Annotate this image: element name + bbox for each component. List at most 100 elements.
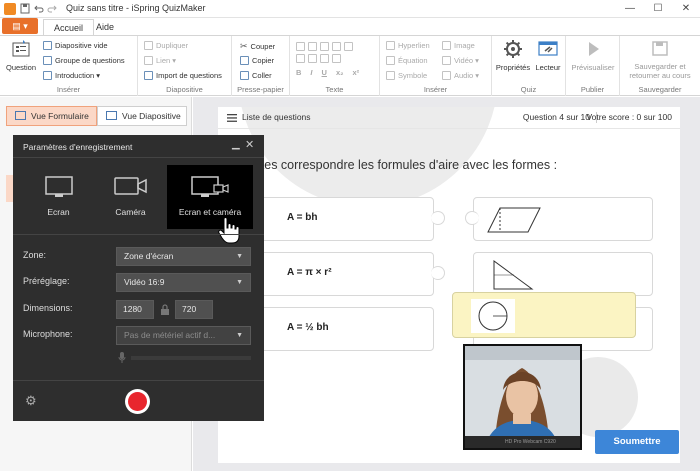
question-label: Question xyxy=(5,63,37,72)
audio-button[interactable]: Audio ▾ xyxy=(442,71,479,80)
height-input[interactable]: 720 xyxy=(175,300,213,319)
list-icon[interactable] xyxy=(227,114,237,122)
formula-piece[interactable]: A = bh xyxy=(258,197,434,241)
save-icon[interactable] xyxy=(20,3,30,14)
record-button[interactable] xyxy=(125,389,150,414)
play-icon xyxy=(589,42,599,56)
video-button[interactable]: Vidéo ▾ xyxy=(442,56,479,65)
preset-select[interactable]: Vidéo 16:9 ▼ xyxy=(116,273,251,292)
align-left-icon[interactable] xyxy=(296,54,305,63)
copy-button[interactable]: Copier xyxy=(240,56,274,65)
slide-view-label: Vue Diapositive xyxy=(122,111,181,121)
main-area: Liste de questions Question 4 sur 10 Vot… xyxy=(193,97,700,471)
save-return-icon xyxy=(652,41,668,56)
indent-icon[interactable] xyxy=(332,42,341,51)
puzzle-tab xyxy=(431,211,445,225)
redo-icon[interactable] xyxy=(47,3,57,14)
underline-button[interactable]: U xyxy=(322,68,327,77)
question-text: ites correspondre les formules d'aire av… xyxy=(258,158,558,172)
zone-label: Zone: xyxy=(23,250,47,260)
hyperlink-label: Hyperlien xyxy=(398,41,430,50)
duplicate-label: Dupliquer xyxy=(156,41,189,50)
triangle-shape xyxy=(493,260,534,290)
question-icon xyxy=(12,40,30,57)
ribbon-group-publier: Prévisualiser Publier xyxy=(566,36,620,96)
hyperlink-button[interactable]: Hyperlien xyxy=(386,41,430,50)
dragged-shape-piece[interactable] xyxy=(452,292,636,338)
bullets-icon[interactable] xyxy=(296,42,305,51)
numbering-icon[interactable] xyxy=(308,42,317,51)
bold-button[interactable]: B xyxy=(296,68,301,77)
shape-piece[interactable] xyxy=(473,252,653,296)
close-button[interactable]: ✕ xyxy=(672,0,700,18)
subscript-button[interactable]: x₂ xyxy=(336,68,344,77)
dimensions-label: Dimensions: xyxy=(23,303,73,313)
outdent-icon[interactable] xyxy=(320,42,329,51)
link-button[interactable]: Lien ▾ xyxy=(144,56,176,65)
zone-select[interactable]: Zone d'écran ▼ xyxy=(116,247,251,266)
group-label-inserer: Insérer xyxy=(56,85,81,94)
formula-piece[interactable]: A = π × r² xyxy=(258,252,434,296)
question-button[interactable]: Question xyxy=(4,36,38,72)
formula-text: A = bh xyxy=(287,212,318,223)
properties-label: Propriétés xyxy=(495,63,531,72)
webcam-preview[interactable]: HD Pro Webcam C920 xyxy=(463,344,582,450)
player-label: Lecteur xyxy=(535,63,561,72)
lock-icon[interactable] xyxy=(160,304,170,315)
maximize-button[interactable]: ☐ xyxy=(644,0,672,18)
player-button[interactable]: Lecteur xyxy=(532,36,564,72)
align-right-icon[interactable] xyxy=(320,54,329,63)
player-icon xyxy=(538,41,558,56)
question-counter: Question 4 sur 10 xyxy=(522,112,590,122)
undo-icon[interactable] xyxy=(34,3,44,14)
gear-icon[interactable]: ⚙ xyxy=(25,394,39,408)
introduction-button[interactable]: Introduction ▾ xyxy=(43,71,100,80)
video-label: Vidéo ▾ xyxy=(454,56,479,65)
mode-screen-button[interactable]: Ecran xyxy=(26,165,91,229)
slide-view-icon xyxy=(106,111,117,120)
symbol-button[interactable]: Symbole xyxy=(386,71,427,80)
import-questions-button[interactable]: Import de questions xyxy=(144,71,222,80)
spacing-icon[interactable] xyxy=(344,42,353,51)
blank-slide-button[interactable]: Diapositive vide xyxy=(43,41,108,50)
symbol-icon xyxy=(386,71,395,80)
file-menu-button[interactable]: ▤ ▾ xyxy=(2,18,38,34)
align-center-icon[interactable] xyxy=(308,54,317,63)
ribbon-group-texte: B I U x₂ x² Texte xyxy=(290,36,380,96)
image-button[interactable]: Image xyxy=(442,41,475,50)
submit-button[interactable]: Soumettre xyxy=(595,430,679,454)
microphone-select[interactable]: Pas de métériel actif d... ▼ xyxy=(116,326,251,345)
audio-level-meter xyxy=(131,356,251,360)
duplicate-button[interactable]: Dupliquer xyxy=(144,41,188,50)
question-group-button[interactable]: Groupe de questions xyxy=(43,56,125,65)
paste-button[interactable]: Coller xyxy=(240,71,272,80)
ribbon-tabs: ▤ ▾ Accueil Aide xyxy=(0,18,700,36)
superscript-button[interactable]: x² xyxy=(352,68,359,77)
preset-select-value: Vidéo 16:9 xyxy=(124,277,165,287)
slide-view-button[interactable]: Vue Diapositive xyxy=(97,106,187,126)
window-title: Quiz sans titre - iSpring QuizMaker xyxy=(66,3,206,13)
question-list-link[interactable]: Liste de questions xyxy=(242,112,311,122)
save-return-button[interactable]: Sauvegarder et retourner au cours xyxy=(620,36,700,80)
minimize-button[interactable]: — xyxy=(616,0,644,18)
form-view-button[interactable]: Vue Formulaire xyxy=(6,106,97,126)
import-label: Import de questions xyxy=(156,71,222,80)
screen-camera-icon xyxy=(191,176,229,197)
preview-button[interactable]: Prévisualiser xyxy=(566,36,620,72)
close-dialog-button[interactable]: ✕ xyxy=(245,138,254,151)
mode-screen-camera-button[interactable]: Ecran et caméra xyxy=(167,165,253,229)
dialog-divider xyxy=(13,380,264,381)
italic-button[interactable]: I xyxy=(310,68,312,77)
justify-icon[interactable] xyxy=(332,54,341,63)
tab-aide[interactable]: Aide xyxy=(86,19,124,36)
width-input[interactable]: 1280 xyxy=(116,300,154,319)
equation-button[interactable]: Équation xyxy=(386,56,428,65)
minimize-dialog-button[interactable]: ▁ xyxy=(232,139,240,150)
circle-shape xyxy=(471,299,515,333)
properties-button[interactable]: Propriétés xyxy=(494,36,532,72)
shape-piece[interactable] xyxy=(473,197,653,241)
cut-button[interactable]: ✂ Couper xyxy=(240,41,275,52)
image-label: Image xyxy=(454,41,475,50)
formula-piece[interactable]: A = ½ bh xyxy=(258,307,434,351)
mode-camera-button[interactable]: Caméra xyxy=(98,165,163,229)
